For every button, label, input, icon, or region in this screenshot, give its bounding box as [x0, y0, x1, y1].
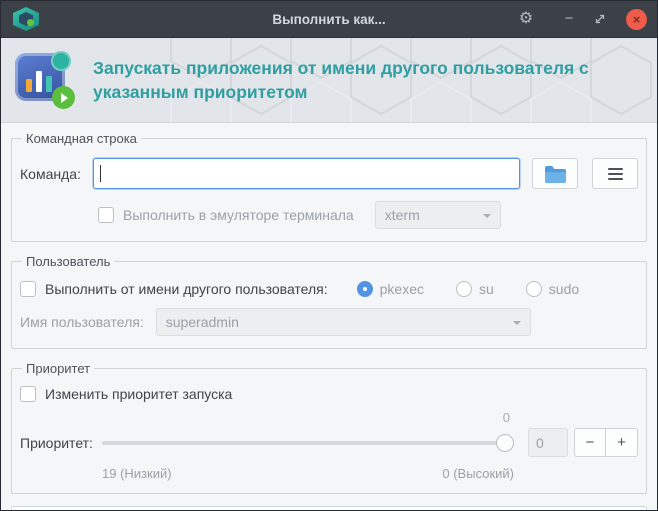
priority-spin-buttons: − + [574, 428, 638, 457]
terminal-emulator-select[interactable]: xterm [374, 201, 501, 229]
history-menu-button[interactable] [592, 158, 638, 189]
radio-su[interactable]: su [456, 281, 494, 297]
command-label: Команда: [20, 165, 81, 182]
restore-button[interactable] [593, 12, 611, 26]
app-window: Выполнить как... ⚙ − × Запускать приложе… [0, 0, 658, 511]
radio-pkexec-control[interactable] [356, 281, 373, 297]
main-content: Командная строка Команда: Выполнить в эм… [1, 123, 657, 510]
user-section: Пользователь Выполнить от имени другого … [11, 254, 647, 349]
change-priority-label: Изменить приоритет запуска [45, 386, 233, 402]
priority-spin-value: 0 [536, 434, 544, 451]
menu-icon [607, 167, 623, 180]
auth-method-radio-group: pkexec su sudo [356, 281, 580, 297]
radio-sudo-label: sudo [548, 281, 580, 297]
terminal-checkbox-label: Выполнить в эмуляторе терминала [123, 207, 354, 223]
window-controls: ⚙ − × [517, 8, 647, 30]
run-as-user-checkbox[interactable] [20, 281, 36, 297]
priority-slider[interactable] [102, 433, 514, 452]
priority-max-label: 0 (Высокий) [442, 466, 514, 481]
radio-pkexec[interactable]: pkexec [356, 281, 424, 297]
change-priority-checkbox[interactable] [20, 386, 36, 402]
increment-button[interactable]: + [606, 428, 638, 457]
radio-pkexec-label: pkexec [379, 281, 424, 297]
radio-sudo[interactable]: sudo [525, 281, 580, 297]
page-title: Запускать приложения от имени другого по… [93, 57, 589, 103]
radio-sudo-control[interactable] [525, 281, 542, 297]
slider-handle[interactable] [496, 433, 514, 452]
titlebar[interactable]: Выполнить как... ⚙ − × [1, 1, 657, 38]
username-select[interactable]: superadmin [155, 308, 531, 336]
folder-icon [545, 165, 566, 183]
app-icon-large [15, 51, 75, 109]
slider-current-value: 0 [502, 410, 510, 425]
priority-spinbox[interactable]: 0 [528, 428, 568, 457]
browse-file-button[interactable] [532, 158, 578, 189]
chevron-down-icon [512, 320, 521, 329]
command-section-legend: Командная строка [26, 131, 137, 146]
priority-section: Приоритет Изменить приоритет запуска 0 П… [11, 361, 647, 494]
app-icon-small [13, 7, 39, 31]
username-value: superadmin [165, 314, 239, 330]
username-label: Имя пользователя: [20, 314, 144, 330]
gear-badge-icon [51, 51, 71, 71]
close-button[interactable]: × [626, 8, 647, 30]
slider-groove [102, 440, 514, 445]
chevron-down-icon [482, 213, 491, 222]
terminal-emulator-value: xterm [384, 207, 420, 223]
radio-su-control[interactable] [456, 281, 472, 297]
restore-icon [595, 14, 605, 24]
play-badge-icon [52, 86, 75, 109]
priority-label: Приоритет: [20, 434, 93, 451]
user-section-legend: Пользователь [26, 254, 111, 269]
header: Запускать приложения от имени другого по… [1, 38, 657, 123]
priority-min-label: 19 (Низкий) [102, 466, 172, 481]
minimize-button[interactable]: − [560, 9, 578, 29]
decrement-button[interactable]: − [574, 428, 606, 457]
radio-su-label: su [479, 281, 494, 297]
command-input[interactable] [92, 158, 520, 189]
command-section: Командная строка Команда: Выполнить в эм… [11, 131, 647, 242]
text-caret [99, 165, 101, 182]
run-as-user-label: Выполнить от имени другого пользователя: [45, 281, 328, 297]
terminal-checkbox[interactable] [98, 207, 114, 223]
run-button[interactable]: ▶ Запустить [11, 506, 647, 510]
priority-section-legend: Приоритет [26, 361, 91, 376]
settings-gear-icon[interactable]: ⚙ [517, 9, 535, 29]
